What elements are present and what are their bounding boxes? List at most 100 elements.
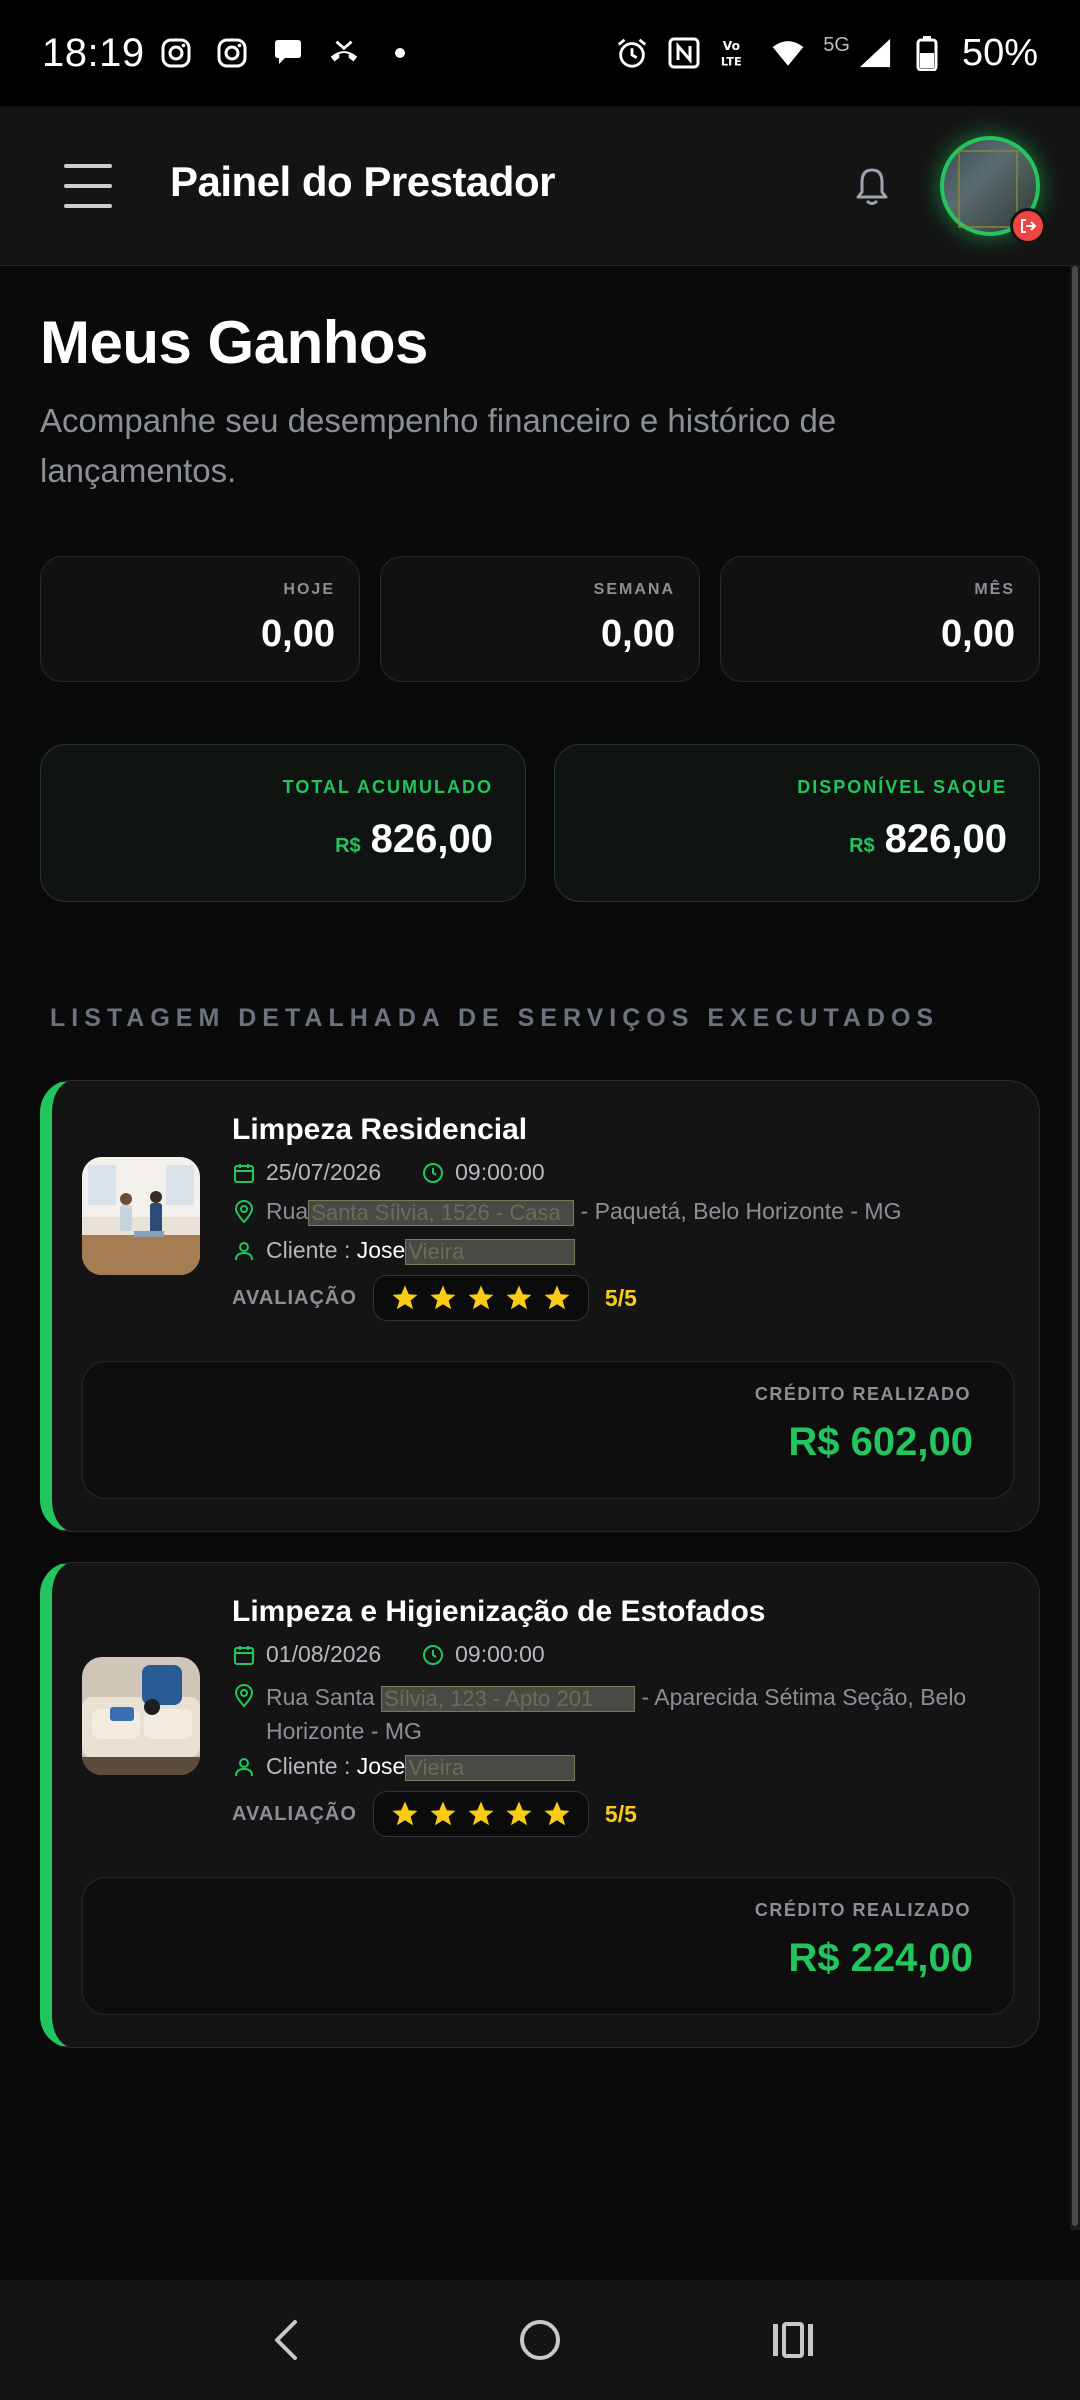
stat-value: 826,00: [884, 817, 1007, 861]
menu-icon[interactable]: [64, 164, 112, 208]
rating-label: AVALIAÇÃO: [232, 1286, 357, 1309]
redacted-text: Sílvia, 123 - Apto 201: [381, 1685, 636, 1712]
star-icon: [468, 1285, 494, 1310]
home-icon[interactable]: [508, 2308, 572, 2372]
network-type: 5G: [823, 33, 850, 56]
chat-icon: [271, 36, 305, 70]
client-name: Jose: [356, 1237, 406, 1263]
client-label: Cliente :: [266, 1753, 351, 1779]
credit-value: R$ 224,00: [788, 1936, 973, 1980]
service-address: Rua Santa Sílvia, 123 - Apto 201 - Apare…: [232, 1680, 1012, 1748]
clock-icon: [421, 1643, 445, 1667]
credit-value: R$ 602,00: [788, 1420, 973, 1464]
battery-level: 50%: [961, 31, 1038, 74]
credit-label: CRÉDITO REALIZADO: [754, 1900, 971, 1920]
wifi-icon: [771, 36, 805, 70]
stat-label: MÊS: [974, 581, 1015, 598]
address-suffix: - Paquetá, Belo Horizonte - MG: [580, 1198, 902, 1224]
star-icon: [468, 1801, 494, 1826]
location-pin-icon: [232, 1200, 256, 1224]
client-name: Jose: [356, 1753, 406, 1779]
service-rating: AVALIAÇÃO 5/5: [232, 1275, 637, 1321]
page-title: Meus Ganhos: [40, 309, 428, 376]
service-time: 09:00:00: [455, 1159, 545, 1185]
location-pin-icon: [232, 1684, 256, 1708]
status-bar: 18:19 Vo LTE 5G 50%: [0, 0, 1080, 106]
service-date: 01/08/2026: [266, 1641, 382, 1667]
star-icon: [506, 1801, 532, 1826]
rating-label: AVALIAÇÃO: [232, 1802, 357, 1825]
stat-card-semana: SEMANA 0,00: [380, 556, 700, 682]
address-prefix: Rua Santa: [266, 1684, 375, 1710]
star-icon: [430, 1285, 456, 1310]
back-icon[interactable]: [255, 2308, 319, 2372]
service-thumbnail: [82, 1157, 200, 1275]
svg-text:LTE: LTE: [721, 54, 742, 68]
stat-value: 0,00: [261, 613, 335, 655]
system-nav-bar: [0, 2280, 1080, 2400]
recents-icon[interactable]: [761, 2308, 825, 2372]
stat-label: SEMANA: [593, 581, 675, 598]
stat-card-mes: MÊS 0,00: [720, 556, 1040, 682]
scroll-thumb[interactable]: [1072, 266, 1078, 2226]
service-card[interactable]: Limpeza Residencial 25/07/2026 09:00:00 …: [40, 1080, 1040, 1532]
app-header: Painel do Prestador: [0, 106, 1080, 266]
stat-value: 0,00: [941, 613, 1015, 655]
avatar-image: [958, 150, 1018, 228]
calendar-icon: [232, 1161, 256, 1185]
service-time: 09:00:00: [455, 1641, 545, 1667]
service-thumbnail: [82, 1657, 200, 1775]
service-client: Cliente : Jose Vieira: [232, 1753, 576, 1781]
rating-score: 5/5: [604, 1800, 637, 1827]
star-icon: [506, 1285, 532, 1310]
currency-symbol: R$: [849, 835, 875, 857]
instagram-icon: [215, 36, 249, 70]
status-time: 18:19: [42, 30, 145, 75]
star-icon: [392, 1801, 418, 1826]
bell-icon[interactable]: [852, 164, 892, 208]
header-title: Painel do Prestador: [170, 158, 555, 205]
avatar[interactable]: [940, 136, 1046, 244]
stat-card-total: TOTAL ACUMULADO R$ 826,00: [40, 744, 526, 902]
battery-icon: [910, 36, 944, 71]
star-icon: [544, 1285, 570, 1310]
signal-icon: [858, 36, 892, 70]
user-icon: [232, 1755, 256, 1779]
stars-box: [372, 1791, 589, 1837]
redacted-text: Vieira: [405, 1238, 576, 1265]
scrollbar[interactable]: [1070, 266, 1080, 2230]
stat-card-hoje: HOJE 0,00: [40, 556, 360, 682]
redacted-text: Vieira: [405, 1754, 576, 1781]
service-datetime: 01/08/2026 09:00:00: [232, 1641, 545, 1668]
star-icon: [430, 1801, 456, 1826]
stat-label: DISPONÍVEL SAQUE: [797, 777, 1007, 797]
service-title: Limpeza Residencial: [232, 1113, 528, 1146]
star-icon: [544, 1801, 570, 1826]
clock-icon: [421, 1161, 445, 1185]
star-icon: [392, 1285, 418, 1310]
missed-call-icon: [327, 36, 361, 70]
svg-text:Vo: Vo: [723, 39, 740, 53]
redacted-text: Santa Sílvia, 1526 - Casa: [308, 1199, 575, 1226]
logout-icon[interactable]: [1010, 208, 1046, 244]
stat-label: TOTAL ACUMULADO: [282, 777, 493, 797]
stat-label: HOJE: [283, 581, 335, 598]
rating-score: 5/5: [604, 1284, 637, 1311]
section-heading: LISTAGEM DETALHADA DE SERVIÇOS EXECUTADO…: [50, 1004, 940, 1032]
service-datetime: 25/07/2026 09:00:00: [232, 1159, 545, 1186]
user-icon: [232, 1239, 256, 1263]
service-address: Rua Santa Sílvia, 1526 - Casa - Paquetá, …: [232, 1198, 901, 1226]
service-card[interactable]: Limpeza e Higienização de Estofados 01/0…: [40, 1562, 1040, 2048]
dot-icon: [383, 36, 417, 70]
page-subtitle: Acompanhe seu desempenho financeiro e hi…: [40, 402, 837, 489]
instagram-icon: [159, 36, 193, 70]
service-rating: AVALIAÇÃO 5/5: [232, 1791, 637, 1837]
address-prefix: Rua: [266, 1198, 309, 1224]
stars-box: [372, 1275, 589, 1321]
credit-box: CRÉDITO REALIZADO R$ 602,00: [82, 1361, 1014, 1499]
calendar-icon: [232, 1643, 256, 1667]
alarm-icon: [615, 36, 649, 70]
service-client: Cliente : Jose Vieira: [232, 1237, 576, 1265]
service-title: Limpeza e Higienização de Estofados: [232, 1595, 766, 1628]
stat-card-disponivel: DISPONÍVEL SAQUE R$ 826,00: [554, 744, 1040, 902]
